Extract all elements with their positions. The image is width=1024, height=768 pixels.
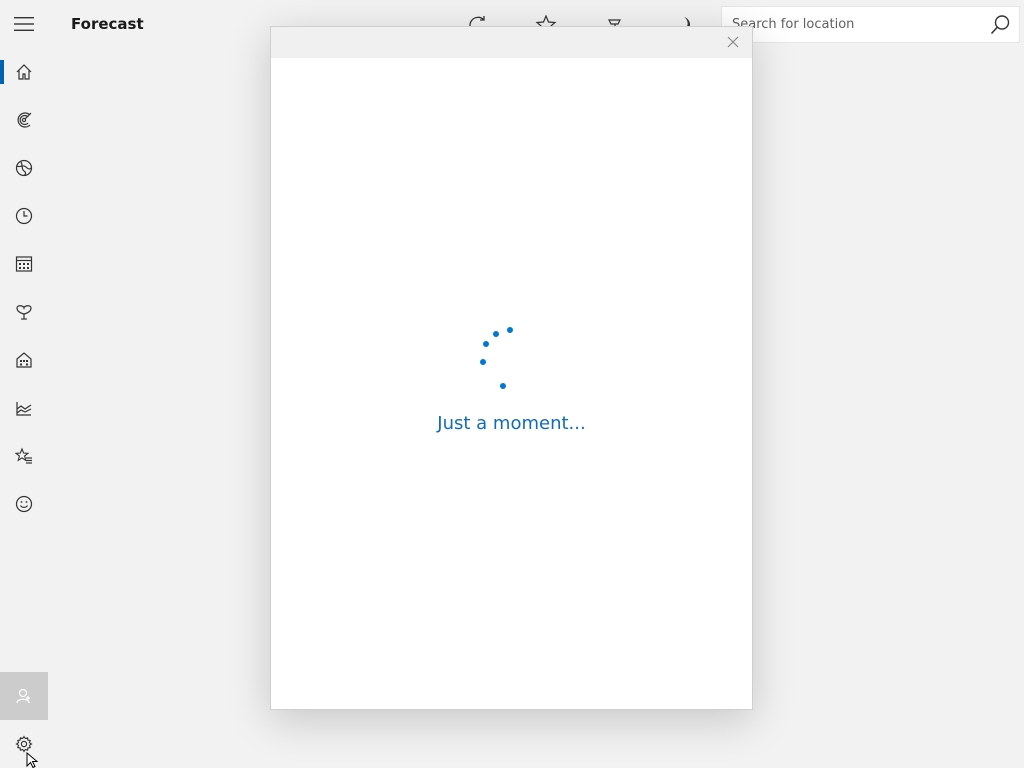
globe-icon: [15, 159, 33, 177]
hamburger-icon: [14, 17, 34, 31]
account-button[interactable]: [0, 672, 48, 720]
favorites-icon: [15, 447, 32, 464]
nav-favorites[interactable]: [0, 432, 48, 480]
settings-icon: [15, 735, 33, 753]
dialog-titlebar: [271, 27, 752, 58]
maps-icon: [17, 112, 32, 128]
monthly-forecast-icon: [15, 256, 33, 272]
loading-message: Just a moment...: [437, 413, 586, 434]
news-icon: [16, 305, 32, 320]
nav-places[interactable]: [0, 336, 48, 384]
nav-globe[interactable]: [0, 144, 48, 192]
nav-feedback[interactable]: [0, 480, 48, 528]
close-icon[interactable]: [726, 35, 740, 49]
nav-graph[interactable]: [0, 384, 48, 432]
historical-weather-icon: [15, 207, 33, 225]
search-icon[interactable]: [989, 14, 1011, 36]
search-input[interactable]: [722, 7, 992, 42]
sign-in-dialog: Just a moment...: [270, 26, 753, 710]
hamburger-menu-button[interactable]: [0, 0, 48, 48]
nav-historical-weather[interactable]: [0, 192, 48, 240]
nav-news[interactable]: [0, 288, 48, 336]
loading-spinner-icon: [480, 327, 513, 389]
account-icon: [16, 688, 30, 704]
navigation-rail: [0, 0, 48, 768]
home-icon: [16, 64, 32, 80]
graph-icon: [16, 402, 32, 416]
nav-maps[interactable]: [0, 96, 48, 144]
nav-monthly-forecast[interactable]: [0, 240, 48, 288]
search-box: [721, 6, 1020, 43]
places-icon: [16, 352, 32, 368]
nav-home[interactable]: [0, 48, 48, 96]
app-title: Forecast: [71, 15, 144, 33]
feedback-icon: [15, 495, 33, 513]
settings-button[interactable]: [0, 720, 48, 768]
mouse-cursor-icon: [26, 752, 39, 768]
